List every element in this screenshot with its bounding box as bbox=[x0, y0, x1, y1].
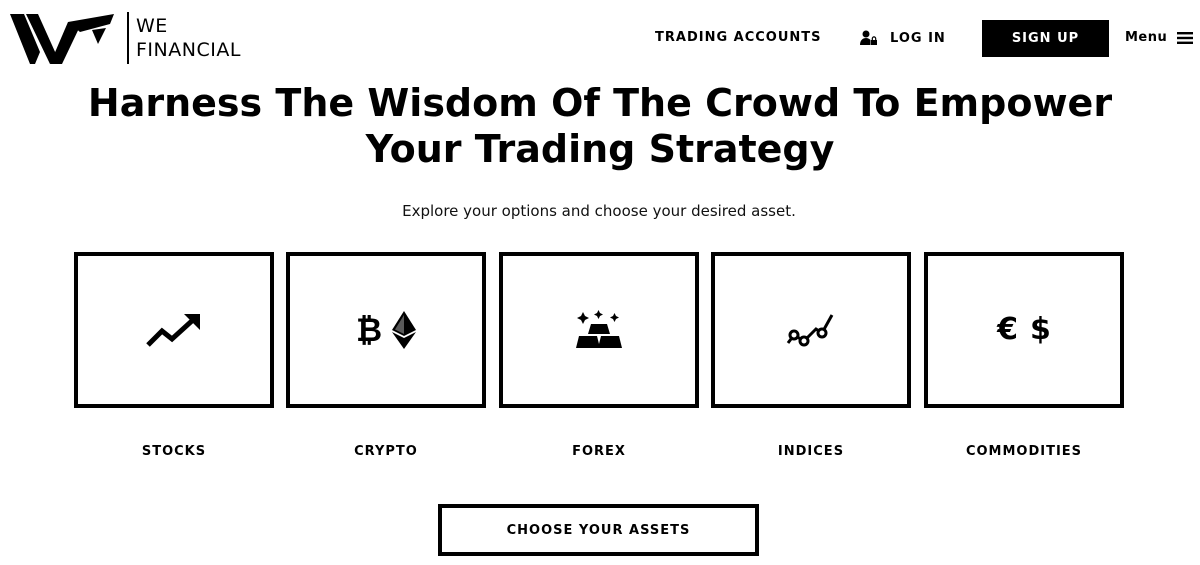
user-lock-icon bbox=[860, 30, 877, 45]
nav-trading-accounts[interactable]: TRADING ACCOUNTS bbox=[655, 30, 822, 45]
logo-line-1: WE bbox=[136, 15, 168, 37]
asset-card-indices[interactable]: INDICES bbox=[711, 252, 911, 459]
euro-dollar-icon: € $ bbox=[997, 315, 1051, 345]
menu-button[interactable]: Menu bbox=[1125, 30, 1194, 45]
asset-card-crypto[interactable]: ₿ CRYPTO bbox=[286, 252, 486, 459]
asset-card-box[interactable] bbox=[499, 252, 699, 408]
signup-button[interactable]: SIGN UP bbox=[982, 20, 1109, 57]
dollar-icon: $ bbox=[1030, 312, 1051, 347]
asset-card-commodities[interactable]: € $ COMMODITIES bbox=[924, 252, 1124, 459]
choose-assets-button[interactable]: CHOOSE YOUR ASSETS bbox=[438, 504, 759, 556]
logo-line-2: FINANCIAL bbox=[136, 39, 241, 61]
bitcoin-ethereum-icon: ₿ bbox=[355, 311, 417, 349]
asset-label: INDICES bbox=[777, 444, 845, 459]
hero-title-line-2: Your Trading Strategy bbox=[365, 127, 835, 171]
login-label: LOG IN bbox=[890, 30, 946, 46]
gold-bars-icon bbox=[575, 310, 623, 350]
asset-label: CRYPTO bbox=[354, 444, 418, 459]
brand-logo[interactable]: WE FINANCIAL bbox=[10, 10, 250, 66]
asset-label: FOREX bbox=[572, 444, 626, 459]
hero-title: Harness The Wisdom Of The Crowd To Empow… bbox=[0, 80, 1200, 172]
logo-wordmark: WE FINANCIAL bbox=[136, 14, 241, 62]
asset-cards: STOCKS ₿ CRYPTO FOREX INDICES € $ COMMOD… bbox=[74, 252, 1124, 462]
asset-label: STOCKS bbox=[141, 444, 207, 459]
hero-title-line-1: Harness The Wisdom Of The Crowd To Empow… bbox=[87, 81, 1113, 125]
trending-up-icon bbox=[146, 312, 202, 348]
asset-label: COMMODITIES bbox=[965, 444, 1083, 459]
bitcoin-icon: ₿ bbox=[355, 311, 383, 349]
we-logo-mark-icon bbox=[10, 14, 114, 64]
asset-card-box[interactable] bbox=[711, 252, 911, 408]
euro-icon: € bbox=[997, 312, 1018, 347]
nav-login-link[interactable]: LOG IN bbox=[860, 30, 946, 46]
line-chart-icon bbox=[786, 311, 836, 349]
ethereum-icon bbox=[392, 311, 417, 349]
hamburger-icon bbox=[1177, 31, 1194, 44]
menu-label: Menu bbox=[1125, 30, 1168, 45]
logo-divider bbox=[127, 12, 129, 64]
asset-card-box[interactable]: ₿ bbox=[286, 252, 486, 408]
asset-card-box[interactable] bbox=[74, 252, 274, 408]
asset-card-box[interactable]: € $ bbox=[924, 252, 1124, 408]
asset-card-forex[interactable]: FOREX bbox=[499, 252, 699, 459]
hero-subtitle: Explore your options and choose your des… bbox=[402, 202, 796, 220]
site-header: WE FINANCIAL TRADING ACCOUNTS LOG IN SIG… bbox=[0, 0, 1200, 78]
asset-card-stocks[interactable]: STOCKS bbox=[74, 252, 274, 459]
